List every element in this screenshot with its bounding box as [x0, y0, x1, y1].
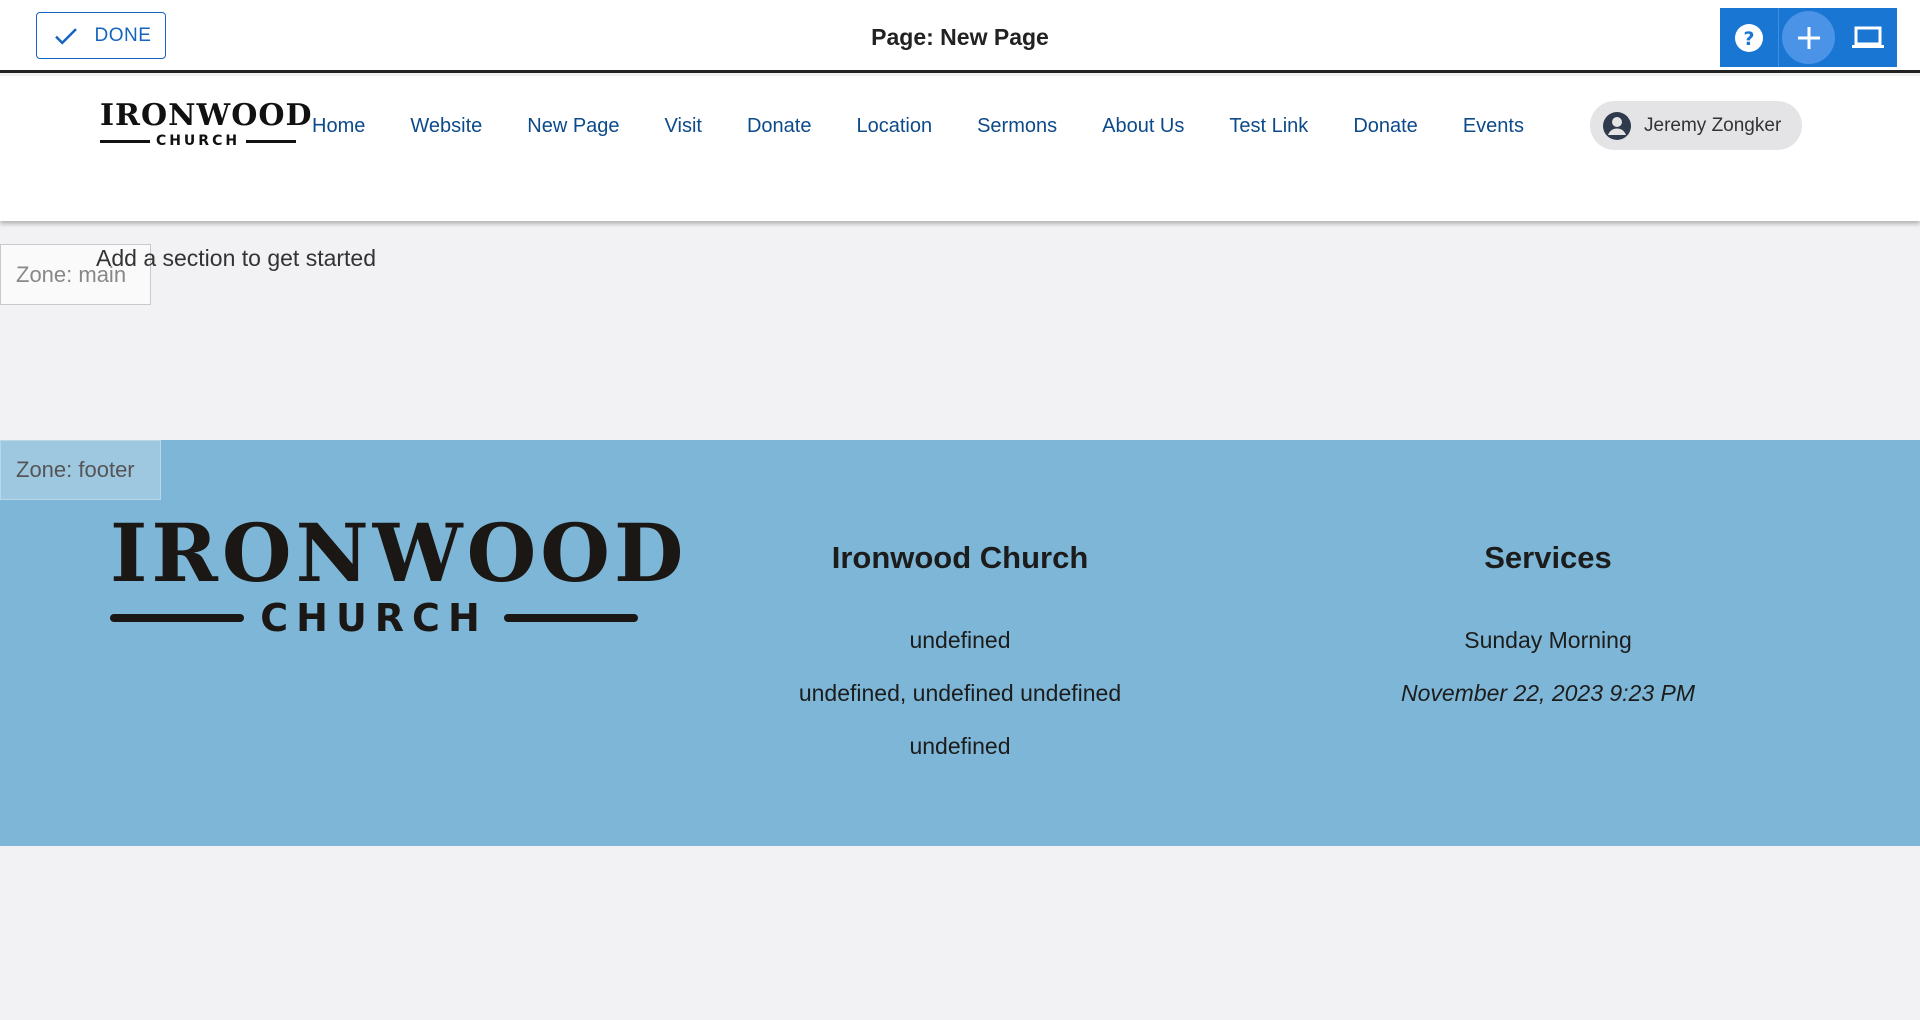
footer-logo: IRONWOOD CHURCH	[110, 506, 688, 640]
page-title: Page: New Page	[871, 24, 1049, 50]
nav-item-sermons[interactable]: Sermons	[977, 115, 1057, 138]
nav-item-about-us[interactable]: About Us	[1102, 115, 1184, 138]
logo-bar-right	[246, 139, 297, 143]
church-phone-line: undefined	[909, 733, 1011, 759]
nav-item-events[interactable]: Events	[1463, 115, 1524, 138]
help-icon: ?	[1735, 23, 1763, 52]
footer-logo-subtitle: CHURCH	[260, 596, 488, 640]
empty-zone-hint[interactable]: Add a section to get started	[96, 245, 376, 272]
nav-item-donate-2[interactable]: Donate	[1353, 115, 1418, 138]
editor-tools: ?	[1720, 8, 1897, 67]
nav-item-test-link[interactable]: Test Link	[1229, 115, 1308, 138]
site-header: IRONWOOD CHURCH Home Website New Page Vi…	[0, 76, 1920, 221]
footer-logo-bar-left	[110, 614, 245, 622]
footer-logo-wordmark: IRONWOOD	[110, 506, 688, 600]
nav-item-website[interactable]: Website	[410, 115, 482, 138]
nav-item-new-page[interactable]: New Page	[527, 115, 619, 138]
account-icon	[1603, 111, 1631, 140]
help-button[interactable]: ?	[1720, 8, 1779, 67]
site-footer: IRONWOOD CHURCH Ironwood Church undefine…	[0, 440, 1920, 846]
logo-subtitle: CHURCH	[155, 133, 241, 149]
main-nav: Home Website New Page Visit Donate Locat…	[312, 101, 1524, 151]
service-name: Sunday Morning	[1464, 627, 1632, 653]
church-address-line: undefined	[909, 627, 1011, 653]
add-icon	[1797, 26, 1820, 49]
site-logo[interactable]: IRONWOOD CHURCH	[100, 98, 313, 149]
footer-logo-bar-right	[503, 614, 638, 622]
nav-item-donate[interactable]: Donate	[747, 115, 812, 138]
zone-label-footer: Zone: footer	[0, 440, 161, 500]
logo-bar-left	[100, 139, 150, 143]
church-title: Ironwood Church	[831, 540, 1089, 575]
footer-church-info: Ironwood Church undefined undefined, und…	[710, 540, 1210, 773]
user-menu[interactable]: Jeremy Zongker	[1590, 101, 1802, 150]
device-preview-button[interactable]	[1838, 8, 1897, 67]
services-title: Services	[1484, 540, 1612, 575]
editor-toolbar: DONE Page: New Page ?	[0, 0, 1920, 73]
svg-text:?: ?	[1743, 28, 1754, 50]
church-city-line: undefined, undefined undefined	[798, 680, 1122, 706]
logo-wordmark: IRONWOOD	[100, 98, 313, 133]
nav-item-home[interactable]: Home	[312, 115, 365, 138]
service-datetime: November 22, 2023 9:23 PM	[1400, 680, 1696, 706]
nav-item-visit[interactable]: Visit	[665, 115, 702, 138]
nav-item-location[interactable]: Location	[856, 115, 932, 138]
footer-services: Services Sunday Morning November 22, 202…	[1298, 540, 1798, 720]
user-name: Jeremy Zongker	[1644, 114, 1782, 136]
logo-subline: CHURCH	[100, 133, 297, 149]
laptop-icon	[1851, 26, 1884, 48]
footer-logo-subline: CHURCH	[110, 596, 638, 640]
add-button[interactable]	[1782, 11, 1835, 64]
